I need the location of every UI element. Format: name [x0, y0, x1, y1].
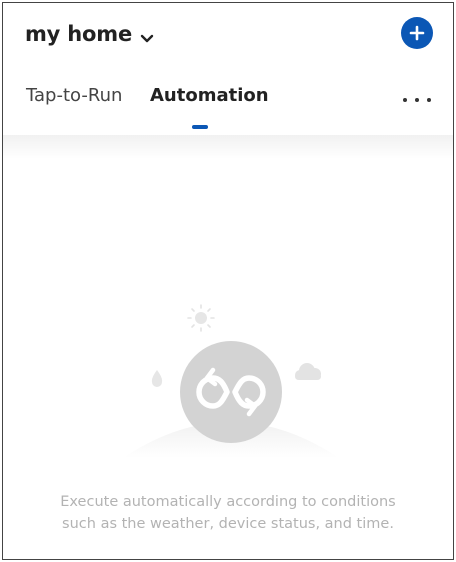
more-dot [427, 98, 431, 102]
top-header: my home Tap-to-Run Automation [3, 3, 453, 135]
app-screen: my home Tap-to-Run Automation Execute au… [2, 2, 454, 560]
tab-tap-to-run[interactable]: Tap-to-Run [26, 85, 122, 106]
empty-state-message: Execute automatically according to condi… [60, 494, 396, 532]
home-name: my home [25, 22, 132, 46]
header-shadow [3, 135, 453, 159]
chevron-down-icon [140, 29, 154, 43]
more-dot [415, 98, 419, 102]
cloud-icon [295, 363, 321, 380]
tab-bar: Tap-to-Run Automation [3, 85, 453, 125]
more-options-button[interactable] [403, 95, 431, 105]
more-dot [403, 98, 407, 102]
empty-state-illustration [123, 298, 339, 458]
home-selector[interactable]: my home [25, 19, 154, 49]
active-tab-indicator [192, 125, 208, 129]
raindrop-icon [151, 370, 163, 387]
tab-automation[interactable]: Automation [150, 85, 269, 106]
add-button[interactable] [401, 17, 433, 49]
plus-icon [409, 25, 425, 41]
sun-icon [187, 304, 215, 332]
